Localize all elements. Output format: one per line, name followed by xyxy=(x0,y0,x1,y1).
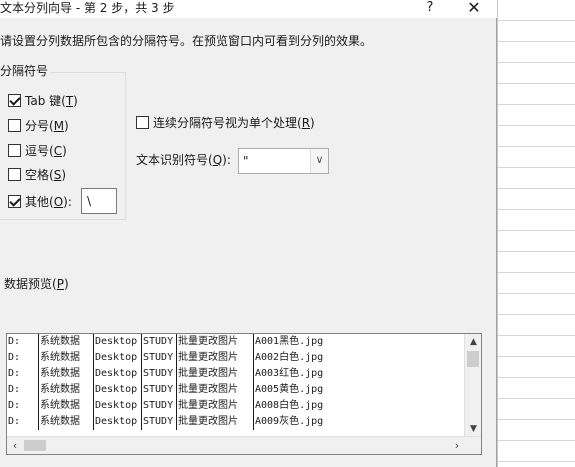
text-qualifier-label: 文本识别符号(Q): xyxy=(136,153,231,167)
preview-cell: STUDY xyxy=(142,334,177,350)
preview-cell: D: xyxy=(7,382,39,398)
preview-cell: Desktop xyxy=(94,382,142,398)
preview-cell: STUDY xyxy=(142,398,177,414)
text-qualifier-value: " xyxy=(243,154,249,168)
preview-horizontal-scrollbar[interactable]: ‹ › xyxy=(7,436,481,454)
tab-checkbox-row[interactable]: Tab 键(T) xyxy=(8,92,78,108)
scroll-right-icon[interactable]: › xyxy=(449,437,465,454)
preview-cell: 批量更改图片 xyxy=(177,366,254,382)
preview-cell: D: xyxy=(7,350,39,366)
preview-cell: STUDY xyxy=(142,366,177,382)
text-import-wizard-dialog: 文本分列向导 - 第 2 步，共 3 步 ? ✕ 请设置分列数据所包含的分隔符号… xyxy=(0,0,497,467)
preview-cell: Desktop xyxy=(94,366,142,382)
semicolon-checkbox[interactable] xyxy=(8,118,21,132)
preview-cell: A005黄色.jpg xyxy=(255,384,324,395)
consecutive-delimiters-checkbox[interactable] xyxy=(136,115,149,129)
dialog-title: 文本分列向导 - 第 2 步，共 3 步 xyxy=(0,1,175,15)
preview-cell: Desktop xyxy=(94,350,142,366)
preview-cell: STUDY xyxy=(142,382,177,398)
semicolon-label: 分号(M) xyxy=(25,118,69,133)
preview-cell: 批量更改图片 xyxy=(177,382,254,398)
space-label: 空格(S) xyxy=(25,167,66,182)
preview-cell: 系统数据 xyxy=(39,398,94,414)
preview-cell: A009灰色.jpg xyxy=(255,416,324,427)
preview-cell: 系统数据 xyxy=(39,334,94,350)
preview-cell: 系统数据 xyxy=(39,350,94,366)
title-bar: 文本分列向导 - 第 2 步，共 3 步 ? ✕ xyxy=(0,0,497,18)
preview-cell: Desktop xyxy=(94,398,142,414)
consecutive-delimiters-label: 连续分隔符号视为单个处理(R) xyxy=(153,115,315,130)
other-delimiter-input[interactable]: \ xyxy=(81,188,117,214)
tab-label: Tab 键(T) xyxy=(25,93,78,108)
comma-checkbox-row[interactable]: 逗号(C) xyxy=(8,142,67,158)
data-preview-box[interactable]: D: 系统数据 Desktop STUDY 批量更改图片 A001黑色.jpg … xyxy=(6,333,482,455)
preview-cell: A008白色.jpg xyxy=(255,400,324,411)
preview-cell: Desktop xyxy=(94,414,142,430)
scroll-down-icon[interactable]: ▼ xyxy=(465,421,481,437)
chevron-down-icon[interactable]: ∨ xyxy=(310,149,328,173)
preview-cell: A001黑色.jpg xyxy=(255,336,324,347)
preview-cell: Desktop xyxy=(94,334,142,350)
preview-cell: 系统数据 xyxy=(39,382,94,398)
other-label: 其他(O): xyxy=(25,194,72,209)
preview-cell: 系统数据 xyxy=(39,414,94,430)
preview-cell: D: xyxy=(7,366,39,382)
scroll-left-icon[interactable]: ‹ xyxy=(7,437,23,454)
preview-cell: 系统数据 xyxy=(39,366,94,382)
preview-cell: 批量更改图片 xyxy=(177,398,254,414)
preview-cell: D: xyxy=(7,334,39,350)
preview-vertical-scrollbar[interactable]: ▲ ▼ xyxy=(464,334,481,437)
space-checkbox-row[interactable]: 空格(S) xyxy=(8,166,66,182)
spreadsheet-background xyxy=(497,0,575,467)
consecutive-delimiters-row[interactable]: 连续分隔符号视为单个处理(R) xyxy=(136,114,315,130)
scroll-up-icon[interactable]: ▲ xyxy=(465,334,481,350)
horizontal-scroll-thumb[interactable] xyxy=(24,440,46,451)
other-checkbox[interactable] xyxy=(8,194,21,208)
text-qualifier-select[interactable]: " ∨ xyxy=(238,148,329,174)
preview-cell: A003红色.jpg xyxy=(255,368,324,379)
preview-cell: A002白色.jpg xyxy=(255,352,324,363)
data-preview-label: 数据预览(P) xyxy=(4,277,69,291)
tab-checkbox[interactable] xyxy=(8,93,21,107)
space-checkbox[interactable] xyxy=(8,167,21,181)
preview-cell: D: xyxy=(7,398,39,414)
vertical-scroll-thumb[interactable] xyxy=(467,351,479,367)
preview-cell: 批量更改图片 xyxy=(177,414,254,430)
help-button[interactable]: ? xyxy=(420,0,440,16)
comma-label: 逗号(C) xyxy=(25,143,67,158)
close-button[interactable]: ✕ xyxy=(462,0,486,16)
preview-cell: 批量更改图片 xyxy=(177,334,254,350)
instruction-text: 请设置分列数据所包含的分隔符号。在预览窗口内可看到分列的效果。 xyxy=(0,34,373,48)
delimiters-group-title: 分隔符号 xyxy=(0,63,52,79)
other-checkbox-row[interactable]: 其他(O): xyxy=(8,193,72,209)
semicolon-checkbox-row[interactable]: 分号(M) xyxy=(8,117,69,133)
preview-cell: STUDY xyxy=(142,350,177,366)
preview-cell: STUDY xyxy=(142,414,177,430)
preview-cell: 批量更改图片 xyxy=(177,350,254,366)
comma-checkbox[interactable] xyxy=(8,143,21,157)
preview-cell: D: xyxy=(7,414,39,430)
